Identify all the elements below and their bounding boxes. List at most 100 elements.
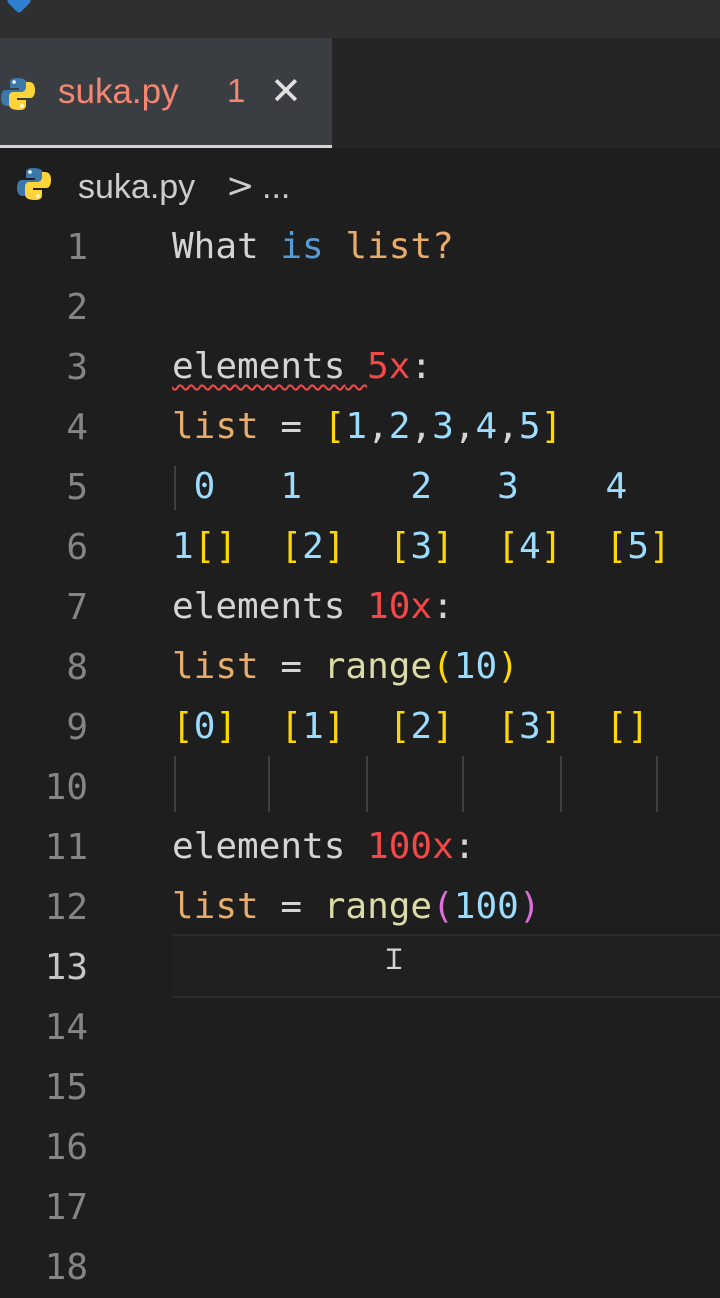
code-line[interactable]: 15: [0, 1058, 720, 1118]
code-token: []: [605, 706, 650, 747]
code-token: 0 1 2 3 4: [172, 466, 628, 507]
close-icon[interactable]: ✕: [270, 72, 302, 110]
code-token: range: [323, 646, 433, 687]
code-token: list: [172, 646, 259, 687]
code-line[interactable]: 5 0 1 2 3 4: [0, 458, 720, 518]
code-line[interactable]: 7 elements 10x:: [0, 578, 720, 638]
code-line[interactable]: 11 elements 100x:: [0, 818, 720, 878]
code-text: list = [1,2,3,4,5]: [172, 406, 562, 447]
code-token: elements: [172, 586, 368, 627]
code-token: [: [388, 526, 411, 567]
code-text: elements 5x:: [172, 346, 432, 387]
code-token: list: [345, 226, 433, 267]
code-token: 4: [518, 526, 541, 567]
code-token: (: [432, 646, 454, 687]
code-token: [: [497, 706, 519, 747]
code-token: (: [432, 886, 454, 927]
code-token: =: [258, 406, 324, 447]
tab-file-name: suka.py: [58, 72, 179, 111]
line-number: 13: [44, 947, 88, 988]
code-line[interactable]: 1 What is list?: [0, 218, 720, 278]
code-token: ]: [215, 706, 238, 747]
text-cursor-icon: Ｉ: [380, 943, 409, 976]
code-token: []: [193, 526, 238, 567]
code-line[interactable]: 10: [0, 758, 720, 818]
code-token: ,: [497, 406, 519, 447]
code-token: ]: [323, 526, 346, 567]
code-token: 5x: [367, 346, 411, 387]
code-token: 10: [453, 646, 498, 687]
breadcrumb: suka.py > ...: [0, 148, 720, 222]
breadcrumb-file[interactable]: suka.py: [78, 168, 195, 207]
line-number: 4: [66, 407, 88, 448]
code-token: :: [410, 346, 433, 387]
code-line[interactable]: 17: [0, 1178, 720, 1238]
line-number: 6: [66, 527, 88, 568]
code-token: elements: [172, 826, 368, 867]
code-token: ): [518, 886, 541, 927]
code-line[interactable]: 13: [0, 938, 720, 998]
code-token: ,: [410, 406, 433, 447]
line-number: 18: [44, 1247, 88, 1288]
code-line[interactable]: 6 1[] [2] [3] [4] [5]: [0, 518, 720, 578]
code-token: 5: [627, 526, 650, 567]
code-text: list = range(100): [172, 886, 541, 927]
code-line[interactable]: 8 list = range(10): [0, 638, 720, 698]
code-token: [: [388, 706, 411, 747]
code-text: 0 1 2 3 4: [172, 466, 627, 507]
code-token: ]: [432, 526, 454, 567]
line-number: 12: [44, 887, 88, 928]
line-number: 10: [44, 767, 88, 808]
code-token: :: [453, 826, 476, 867]
code-token: ]: [432, 706, 454, 747]
line-number: 17: [44, 1187, 88, 1228]
title-bar: [0, 0, 720, 38]
code-line[interactable]: 16: [0, 1118, 720, 1178]
code-token: 0: [193, 706, 216, 747]
code-line[interactable]: 12 list = range(100): [0, 878, 720, 938]
code-token: ,: [453, 406, 476, 447]
code-line[interactable]: 3 elements 5x:: [0, 338, 720, 398]
code-line[interactable]: 4 list = [1,2,3,4,5]: [0, 398, 720, 458]
code-token: 3: [518, 706, 541, 747]
problem-count-badge: 1: [227, 72, 246, 109]
code-token: ]: [540, 526, 563, 567]
code-line[interactable]: 14: [0, 998, 720, 1058]
code-token: 1: [302, 706, 324, 747]
line-number: 5: [66, 467, 88, 508]
code-token: 2: [302, 526, 324, 567]
tab-suka-py[interactable]: suka.py 1 ✕: [0, 38, 332, 148]
line-number: 16: [44, 1127, 88, 1168]
code-token: 10x: [367, 586, 433, 627]
code-text: elements 10x:: [172, 586, 454, 627]
code-token: =: [258, 886, 324, 927]
code-token: ): [497, 646, 519, 687]
line-number: 9: [66, 707, 88, 748]
python-icon: [0, 76, 36, 116]
line-number: 2: [66, 287, 88, 328]
code-line[interactable]: 2: [0, 278, 720, 338]
code-token: ]: [323, 706, 346, 747]
code-token: 3: [432, 406, 454, 447]
breadcrumb-symbols[interactable]: ...: [262, 168, 290, 207]
python-icon: [16, 166, 52, 206]
code-token: 1: [345, 406, 368, 447]
code-token: What: [172, 226, 281, 267]
code-token: [: [280, 526, 303, 567]
code-line[interactable]: 18: [0, 1238, 720, 1298]
code-token: 2: [410, 706, 433, 747]
code-token: 1: [172, 526, 194, 567]
code-line[interactable]: 9 [0] [1] [2] [3] []: [0, 698, 720, 758]
code-text: What is list?: [172, 226, 454, 267]
line-number: 15: [44, 1067, 88, 1108]
code-token: elements: [172, 346, 346, 387]
code-editor[interactable]: 1 What is list? 2 3 elements 5x: 4 list = [1,2…: [0, 218, 720, 1288]
code-token: range: [323, 886, 433, 927]
